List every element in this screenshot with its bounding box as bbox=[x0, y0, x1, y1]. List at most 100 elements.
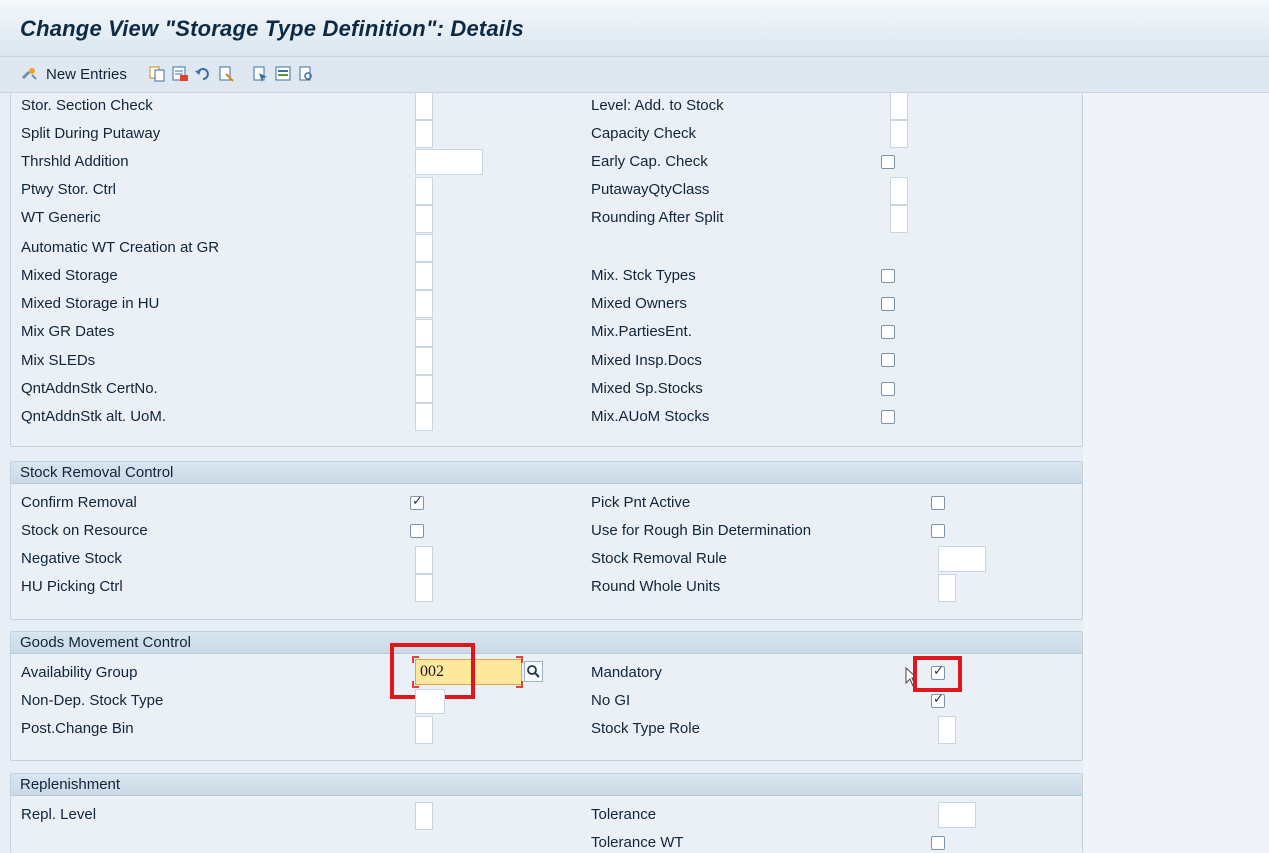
label-mixed-storage-in-hu: Mixed Storage in HU bbox=[21, 295, 160, 312]
field-repl-level[interactable] bbox=[415, 802, 433, 830]
label-mixed-owners: Mixed Owners bbox=[591, 295, 687, 312]
field-non-dep-stock-type[interactable] bbox=[415, 689, 445, 714]
label-wt-generic: WT Generic bbox=[21, 209, 101, 226]
field-wt-generic[interactable] bbox=[415, 205, 433, 233]
checkbox-mixed-sp-stocks[interactable] bbox=[881, 382, 895, 396]
field-qntaddnstk-alt-uom[interactable] bbox=[415, 403, 433, 431]
label-ptwy-stor-ctrl: Ptwy Stor. Ctrl bbox=[21, 181, 117, 198]
group-header: Stock Removal Control bbox=[11, 462, 1082, 484]
highlight-box-mandatory bbox=[913, 656, 962, 692]
focus-corner bbox=[516, 656, 523, 663]
checkbox-confirm-removal[interactable] bbox=[410, 494, 424, 510]
label-mix-auom-stocks: Mix.AUoM Stocks bbox=[591, 408, 710, 425]
select-all-icon[interactable] bbox=[217, 65, 235, 83]
group-header: Replenishment bbox=[11, 774, 1082, 796]
field-automatic-wt-creation[interactable] bbox=[415, 234, 433, 262]
field-mix-sleds[interactable] bbox=[415, 347, 433, 375]
search-icon bbox=[527, 665, 540, 678]
group-header: Goods Movement Control bbox=[11, 632, 1082, 654]
label-putaway-qty-class: PutawayQtyClass bbox=[591, 181, 710, 198]
label-thrshld-addition: Thrshld Addition bbox=[21, 153, 129, 170]
checkbox-tolerance-wt[interactable] bbox=[931, 836, 945, 850]
label-round-whole-units: Round Whole Units bbox=[591, 578, 721, 595]
label-availability-group: Availability Group bbox=[21, 664, 138, 681]
label-hu-picking-ctrl: HU Picking Ctrl bbox=[21, 578, 123, 595]
label-no-gi: No GI bbox=[591, 692, 631, 709]
field-tolerance[interactable] bbox=[938, 802, 976, 828]
edit-glasses-icon[interactable] bbox=[20, 65, 38, 83]
deselect-all-icon[interactable] bbox=[274, 65, 292, 83]
label-mix-gr-dates: Mix GR Dates bbox=[21, 323, 115, 340]
checkbox-mix-auom-stocks[interactable] bbox=[881, 410, 895, 424]
label-post-change-bin: Post.Change Bin bbox=[21, 720, 134, 737]
field-round-whole-units[interactable] bbox=[938, 574, 956, 602]
field-putaway-qty-class[interactable] bbox=[890, 177, 908, 205]
label-stock-type-role: Stock Type Role bbox=[591, 720, 700, 737]
field-split-during-putaway[interactable] bbox=[415, 120, 433, 148]
field-thrshld-addition[interactable] bbox=[415, 149, 483, 175]
label-mixed-insp-docs: Mixed Insp.Docs bbox=[591, 352, 702, 369]
field-stock-type-role[interactable] bbox=[938, 716, 956, 744]
new-entries-button[interactable]: New Entries bbox=[46, 64, 127, 84]
title-bar: Change View "Storage Type Definition": D… bbox=[0, 0, 1269, 57]
label-capacity-check: Capacity Check bbox=[591, 125, 697, 142]
checkbox-mixed-insp-docs[interactable] bbox=[881, 353, 895, 367]
label-level-add-to-stock: Level: Add. to Stock bbox=[591, 97, 724, 114]
label-mix-sleds: Mix SLEDs bbox=[21, 352, 96, 369]
checkbox-mix-stck-types[interactable] bbox=[881, 269, 895, 283]
label-confirm-removal: Confirm Removal bbox=[21, 494, 137, 511]
checkbox-mixed-owners[interactable] bbox=[881, 297, 895, 311]
label-rough-bin-determination: Use for Rough Bin Determination bbox=[591, 522, 812, 539]
checkbox-stock-on-resource[interactable] bbox=[410, 524, 424, 538]
field-mix-gr-dates[interactable] bbox=[415, 319, 433, 347]
delete-icon[interactable] bbox=[171, 65, 189, 83]
new-entries-label: New Entries bbox=[46, 65, 127, 83]
print-icon[interactable] bbox=[297, 65, 315, 83]
label-qntaddnstk-alt-uom: QntAddnStk alt. UoM. bbox=[21, 408, 167, 425]
group-goods-movement-control: Goods Movement Control bbox=[10, 631, 1083, 761]
field-hu-picking-ctrl[interactable] bbox=[415, 574, 433, 602]
field-mixed-storage-in-hu[interactable] bbox=[415, 290, 433, 318]
undo-icon[interactable] bbox=[194, 65, 212, 83]
copy-icon[interactable] bbox=[148, 65, 166, 83]
label-mandatory: Mandatory bbox=[591, 664, 662, 681]
group-replenishment: Replenishment bbox=[10, 773, 1083, 853]
checkbox-mix-parties-ent[interactable] bbox=[881, 325, 895, 339]
checkbox-no-gi[interactable] bbox=[931, 692, 945, 708]
checkbox-pick-pnt-active[interactable] bbox=[931, 496, 945, 510]
field-capacity-check[interactable] bbox=[890, 120, 908, 148]
label-qntaddnstk-certno: QntAddnStk CertNo. bbox=[21, 380, 158, 397]
label-stor-section-check: Stor. Section Check bbox=[21, 97, 153, 114]
label-mix-parties-ent: Mix.PartiesEnt. bbox=[591, 323, 692, 340]
label-rounding-after-split: Rounding After Split bbox=[591, 209, 724, 226]
field-ptwy-stor-ctrl[interactable] bbox=[415, 177, 433, 205]
label-tolerance: Tolerance bbox=[591, 806, 657, 823]
field-stor-section-check[interactable] bbox=[415, 92, 433, 120]
field-negative-stock[interactable] bbox=[415, 546, 433, 574]
label-stock-on-resource: Stock on Resource bbox=[21, 522, 148, 539]
right-pane bbox=[1083, 93, 1269, 853]
label-mixed-storage: Mixed Storage bbox=[21, 267, 118, 284]
field-level-add-to-stock[interactable] bbox=[890, 92, 908, 120]
select-block-icon[interactable] bbox=[251, 65, 269, 83]
focus-corner bbox=[516, 681, 523, 688]
label-early-cap-check: Early Cap. Check bbox=[591, 153, 708, 170]
checkbox-rough-bin-determination[interactable] bbox=[931, 524, 945, 538]
field-mixed-storage[interactable] bbox=[415, 262, 433, 290]
field-stock-removal-rule[interactable] bbox=[938, 546, 986, 572]
label-repl-level: Repl. Level bbox=[21, 806, 97, 823]
application-toolbar: New Entries bbox=[0, 57, 1269, 93]
label-non-dep-stock-type: Non-Dep. Stock Type bbox=[21, 692, 164, 709]
label-negative-stock: Negative Stock bbox=[21, 550, 122, 567]
label-tolerance-wt: Tolerance WT bbox=[591, 834, 684, 851]
page-title: Change View "Storage Type Definition": D… bbox=[20, 16, 524, 41]
label-split-during-putaway: Split During Putaway bbox=[21, 125, 161, 142]
field-post-change-bin[interactable] bbox=[415, 716, 433, 744]
checkbox-early-cap-check[interactable] bbox=[881, 155, 895, 169]
label-stock-removal-rule: Stock Removal Rule bbox=[591, 550, 727, 567]
value-help-button[interactable] bbox=[524, 661, 543, 682]
group-stock-removal-control: Stock Removal Control bbox=[10, 461, 1083, 620]
field-qntaddnstk-certno[interactable] bbox=[415, 375, 433, 403]
label-mix-stck-types: Mix. Stck Types bbox=[591, 267, 696, 284]
field-rounding-after-split[interactable] bbox=[890, 205, 908, 233]
